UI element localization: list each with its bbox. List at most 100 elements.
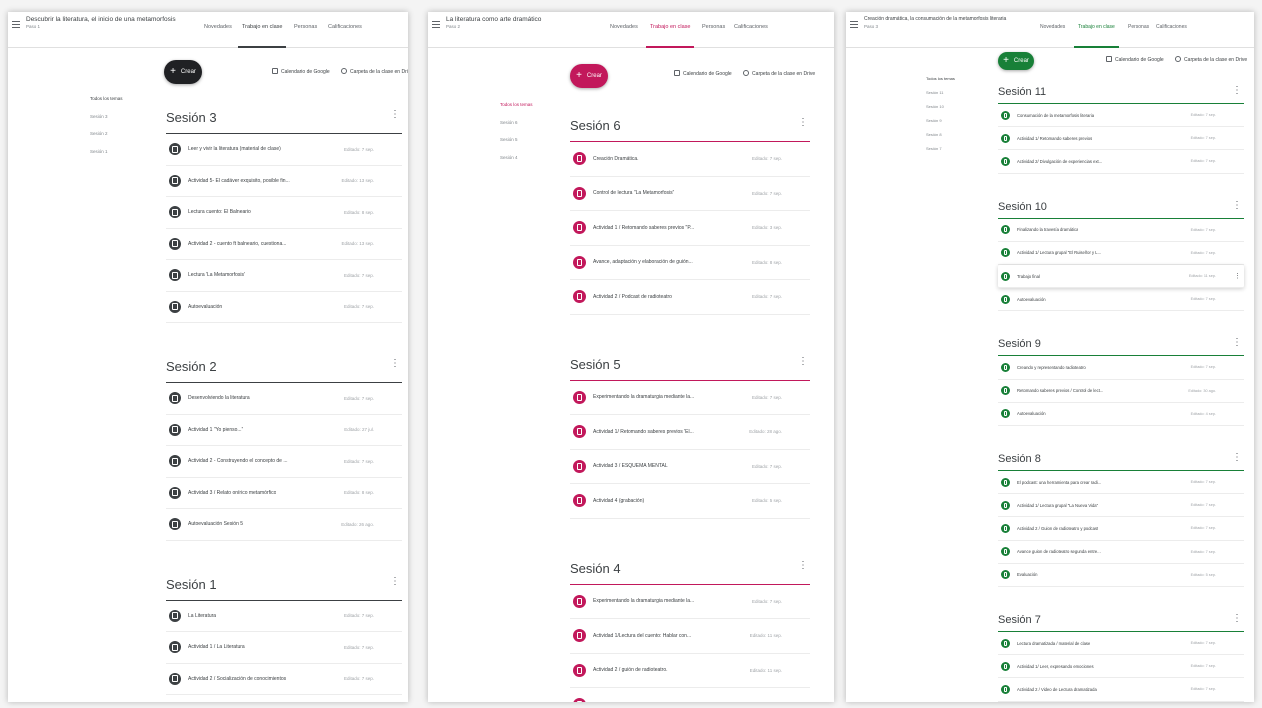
- classwork-item[interactable]: Actividad 2 - cuento ft balneario, cuest…: [166, 229, 402, 260]
- section-more-icon[interactable]: ⋮: [1232, 453, 1242, 463]
- classwork-item[interactable]: Actividad 1 / La Literatura Editado: 7 se…: [166, 632, 402, 664]
- menu-icon[interactable]: [12, 21, 20, 29]
- topic-item[interactable]: Sesión 9: [926, 118, 955, 123]
- topic-item[interactable]: Sesión 5: [500, 137, 533, 142]
- classwork-item[interactable]: Actividad 1/ Leer, expresando emociones E…: [998, 655, 1244, 679]
- section-more-icon[interactable]: ⋮: [1232, 338, 1242, 348]
- drive-folder-link[interactable]: Carpeta de la clase en Drive: [341, 68, 408, 75]
- item-more-icon[interactable]: ⋮: [1234, 272, 1241, 280]
- classwork-item[interactable]: Autoevaluación Sesión 5 Editado: 26 ago.: [166, 509, 402, 541]
- google-calendar-link[interactable]: Calendario de Google: [272, 68, 330, 75]
- topic-item[interactable]: Sesión 8: [926, 132, 955, 137]
- classwork-item[interactable]: Actividad 4 (grabación) Editado: 5 sep.: [570, 484, 810, 519]
- classwork-item[interactable]: Avance, adaptación y elaboración de guió…: [570, 246, 810, 280]
- create-button[interactable]: + Crear: [570, 64, 608, 88]
- classwork-item[interactable]: Consumación de la metamorfosis literaria…: [998, 104, 1244, 128]
- section-more-icon[interactable]: ⋮: [1232, 200, 1242, 211]
- topic-item[interactable]: Sesión 3: [90, 114, 123, 119]
- section-more-icon[interactable]: ⋮: [798, 118, 808, 128]
- classwork-item[interactable]: Actividad 2 - Construyendo el concepto d…: [166, 446, 402, 478]
- topic-item[interactable]: Sesión 4: [500, 155, 533, 160]
- classwork-item[interactable]: Actividad 2 / Video de Lectura dramatiza…: [998, 678, 1244, 702]
- classwork-item[interactable]: Retomando saberes previos / Control de l…: [998, 380, 1244, 403]
- tab-calificaciones[interactable]: Calificaciones: [734, 24, 768, 30]
- topic-item[interactable]: Sesión 6: [500, 120, 533, 125]
- classwork-item[interactable]: Actividad 2 / Guion de radioteatro y pod…: [998, 517, 1244, 541]
- classwork-item[interactable]: Actividad 3 / ESQUEMA MENTAL Editado: 7 s…: [570, 450, 810, 484]
- topic-item[interactable]: Sesión 10: [926, 104, 955, 109]
- classwork-item[interactable]: Actividad 2 / Socialización de conocimie…: [166, 664, 402, 695]
- tab-personas[interactable]: Personas: [294, 24, 317, 30]
- section: Sesión 11 ⋮ Consumación de la metamorfosis…: [998, 78, 1244, 174]
- drive-folder-link[interactable]: Carpeta de la clase en Drive: [1175, 56, 1247, 63]
- topic-item[interactable]: Todos los temas: [500, 102, 533, 107]
- classwork-item[interactable]: Actividad 1 / Retomando saberes previos …: [570, 211, 810, 246]
- classwork-item[interactable]: Actividad 1/Lectura del cuento: Hablar c…: [570, 619, 810, 654]
- classwork-item[interactable]: Lectura cuento: El Balneario Editado: 8 s…: [166, 197, 402, 229]
- section-more-icon[interactable]: ⋮: [390, 576, 400, 587]
- classwork-item[interactable]: Desenvolviendo la literatura Editado: 7 s…: [166, 383, 402, 415]
- section-more-icon[interactable]: ⋮: [1232, 614, 1242, 624]
- classwork-item[interactable]: Autoevaluación Editado: 7 sep.: [998, 288, 1244, 312]
- classwork-item[interactable]: Evaluación Editado: 5 sep.: [998, 564, 1244, 587]
- topic-item[interactable]: Sesión 7: [926, 146, 955, 151]
- tab-trabajo-en-clase[interactable]: Trabajo en clase: [1074, 24, 1119, 48]
- section-more-icon[interactable]: ⋮: [390, 110, 400, 120]
- classwork-item[interactable]: Actividad 1/ Retomando saberes previos '…: [570, 415, 810, 450]
- topic-item[interactable]: Todos los temas: [926, 76, 955, 81]
- classwork-item[interactable]: Actividad 1/ Lectura grupal "La Nueva Vi…: [998, 494, 1244, 518]
- assignment-icon: [169, 609, 181, 622]
- create-button[interactable]: + Crear: [164, 60, 202, 84]
- google-calendar-link[interactable]: Calendario de Google: [674, 70, 732, 77]
- topic-item[interactable]: Todos los temas: [90, 96, 123, 101]
- classwork-item[interactable]: Actividad 1/ Lectura grupal "El Ruiseñor…: [998, 242, 1244, 265]
- google-calendar-link[interactable]: Calendario de Google: [1106, 56, 1164, 63]
- item-date: Editado: 28 ago.: [749, 429, 782, 435]
- classwork-item[interactable]: Lectura dramatizada / material de clase E…: [998, 632, 1244, 656]
- classwork-item[interactable]: La Literatura Editado: 7 sep.: [166, 601, 402, 632]
- tab-personas[interactable]: Personas: [702, 24, 725, 30]
- classwork-item[interactable]: El podcast: una herramienta para crear r…: [998, 471, 1244, 495]
- classwork-item[interactable]: Creación Dramática. Editado: 7 sep.: [570, 142, 810, 177]
- menu-icon[interactable]: [850, 21, 858, 29]
- tab-trabajo-en-clase[interactable]: Trabajo en clase: [645, 24, 695, 48]
- section-more-icon[interactable]: ⋮: [798, 356, 808, 367]
- classwork-item[interactable]: Control de lectura "La Metamorfosis" Edit…: [570, 177, 810, 211]
- classwork-item[interactable]: Actividad 2 / guión de radioteatro. Edita…: [570, 654, 810, 688]
- classwork-item[interactable]: Lectura 'La Metamorfosis' Editado: 7 sep.: [166, 260, 402, 292]
- drive-folder-link[interactable]: Carpeta de la clase en Drive: [743, 70, 815, 77]
- classwork-item[interactable]: Leer y vivir la literatura (material de …: [166, 134, 402, 166]
- classwork-item[interactable]: Actividad 1 "Yo pienso..." Editado: 27 ju…: [166, 415, 402, 446]
- classwork-item[interactable]: Creando y representando radioteatro Edita…: [998, 356, 1244, 380]
- classwork-item[interactable]: Experimentando la dramaturgia mediante l…: [570, 585, 810, 619]
- classwork-item[interactable]: Autoevaluación Editado: 7 sep.: [166, 292, 402, 323]
- tab-novedades[interactable]: Novedades: [1040, 24, 1065, 30]
- section-more-icon[interactable]: ⋮: [390, 359, 400, 369]
- classwork-item[interactable]: Avance guion de radioteatro segunda entr…: [998, 541, 1244, 564]
- tab-trabajo-en-clase[interactable]: Trabajo en clase: [237, 24, 287, 48]
- tab-personas[interactable]: Personas: [1128, 24, 1149, 30]
- section-more-icon[interactable]: ⋮: [798, 560, 808, 571]
- classwork-item[interactable]: Autoevaluación y heteroevaluación.Editad…: [570, 688, 810, 702]
- tab-calificaciones[interactable]: Calificaciones: [328, 24, 362, 30]
- topic-item[interactable]: Sesión 1: [90, 149, 123, 154]
- tab-novedades[interactable]: Novedades: [610, 24, 638, 30]
- drive-icon: [743, 70, 750, 76]
- section-more-icon[interactable]: ⋮: [1232, 86, 1242, 96]
- tab-calificaciones[interactable]: Calificaciones: [1156, 24, 1187, 30]
- classwork-item[interactable]: ⋮ Trabajo final Editado: 11 sep.: [998, 265, 1244, 289]
- classwork-item[interactable]: Actividad 5- El cadáver exquisito, posib…: [166, 166, 402, 197]
- classwork-item[interactable]: Experimentando la dramaturgia mediante l…: [570, 381, 810, 415]
- classwork-item[interactable]: Finalizando la travesía dramática Editado…: [998, 219, 1244, 242]
- topic-item[interactable]: Sesión 11: [926, 90, 955, 95]
- menu-icon[interactable]: [432, 21, 440, 29]
- classwork-item[interactable]: Autoevaluación Editado: 4 sep.: [998, 403, 1244, 426]
- classwork-item[interactable]: Actividad 1/ Retomando saberes previos Ed…: [998, 127, 1244, 151]
- classwork-item[interactable]: Actividad 2/ Divulgación de experiencias…: [998, 150, 1244, 174]
- topic-item[interactable]: Sesión 2: [90, 131, 123, 136]
- classwork-item[interactable]: Actividad 3 / escrituraEditado: 7 sep.: [166, 695, 402, 702]
- classwork-item[interactable]: Actividad 2 / Podcast de radioteatro Edit…: [570, 280, 810, 315]
- create-button[interactable]: + Crear: [998, 52, 1034, 70]
- tab-novedades[interactable]: Novedades: [204, 24, 232, 30]
- classwork-item[interactable]: Actividad 3 / Relato onírico metamórfico…: [166, 478, 402, 509]
